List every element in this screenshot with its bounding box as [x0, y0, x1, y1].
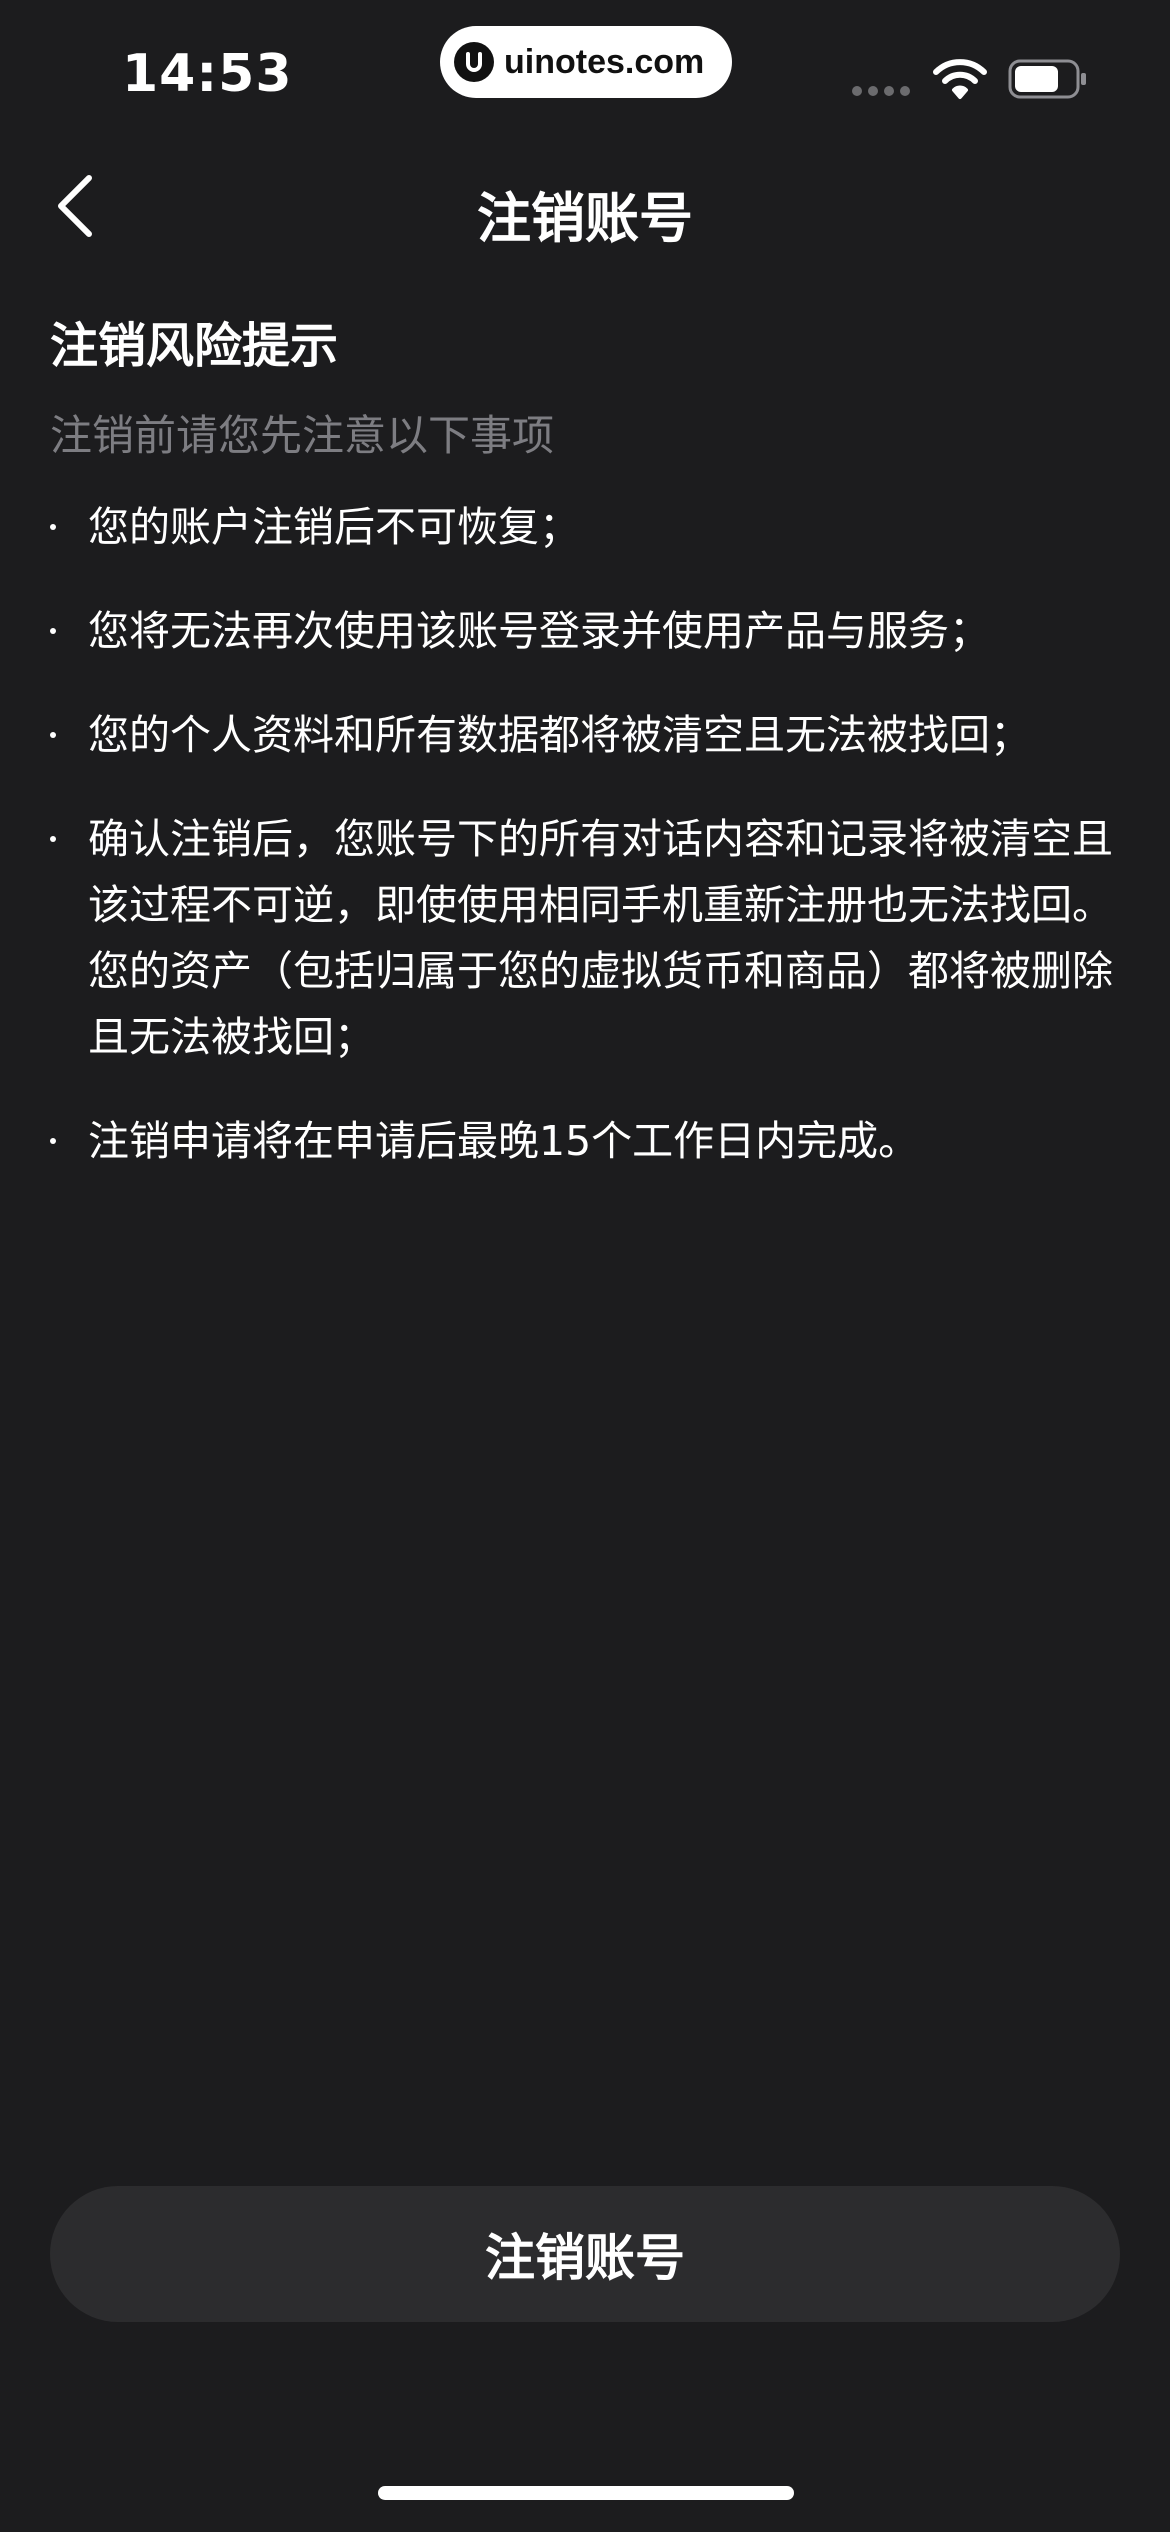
section-subtitle: 注销前请您先注意以下事项 — [50, 411, 555, 460]
home-indicator — [378, 2486, 794, 2500]
list-item: 您将无法再次使用该账号登录并使用产品与服务； — [50, 598, 1120, 664]
risk-list: 您的账户注销后不可恢复； 您将无法再次使用该账号登录并使用产品与服务； 您的个人… — [50, 494, 1120, 1212]
list-item: 您的个人资料和所有数据都将被清空且无法被找回； — [50, 702, 1120, 768]
list-item-text: 确认注销后，您账号下的所有对话内容和记录将被清空且该过程不可逆，即使使用相同手机… — [88, 815, 1113, 1061]
list-item: 您的账户注销后不可恢复； — [50, 494, 1120, 560]
bullet-dot — [50, 524, 56, 530]
bullet-dot — [50, 1138, 56, 1144]
watermark-badge: uinotes.com — [440, 26, 732, 98]
signal-icon — [852, 86, 910, 96]
watermark-logo-icon — [454, 42, 494, 82]
wifi-icon — [932, 58, 988, 104]
list-item-text: 您的账户注销后不可恢复； — [88, 503, 580, 551]
list-item: 确认注销后，您账号下的所有对话内容和记录将被清空且该过程不可逆，即使使用相同手机… — [50, 806, 1120, 1070]
status-time: 14:53 — [122, 44, 293, 104]
watermark-text: uinotes.com — [504, 42, 705, 81]
list-item-text: 您将无法再次使用该账号登录并使用产品与服务； — [88, 607, 990, 655]
bullet-dot — [50, 836, 56, 842]
section-title: 注销风险提示 — [50, 318, 339, 374]
list-item-text: 注销申请将在申请后最晚15个工作日内完成。 — [88, 1117, 920, 1165]
bullet-dot — [50, 628, 56, 634]
list-item: 注销申请将在申请后最晚15个工作日内完成。 — [50, 1108, 1120, 1174]
bullet-dot — [50, 732, 56, 738]
battery-icon — [1008, 58, 1088, 104]
deactivate-account-button[interactable]: 注销账号 — [50, 2186, 1120, 2322]
list-item-text: 您的个人资料和所有数据都将被清空且无法被找回； — [88, 711, 1031, 759]
page-title: 注销账号 — [477, 187, 693, 250]
